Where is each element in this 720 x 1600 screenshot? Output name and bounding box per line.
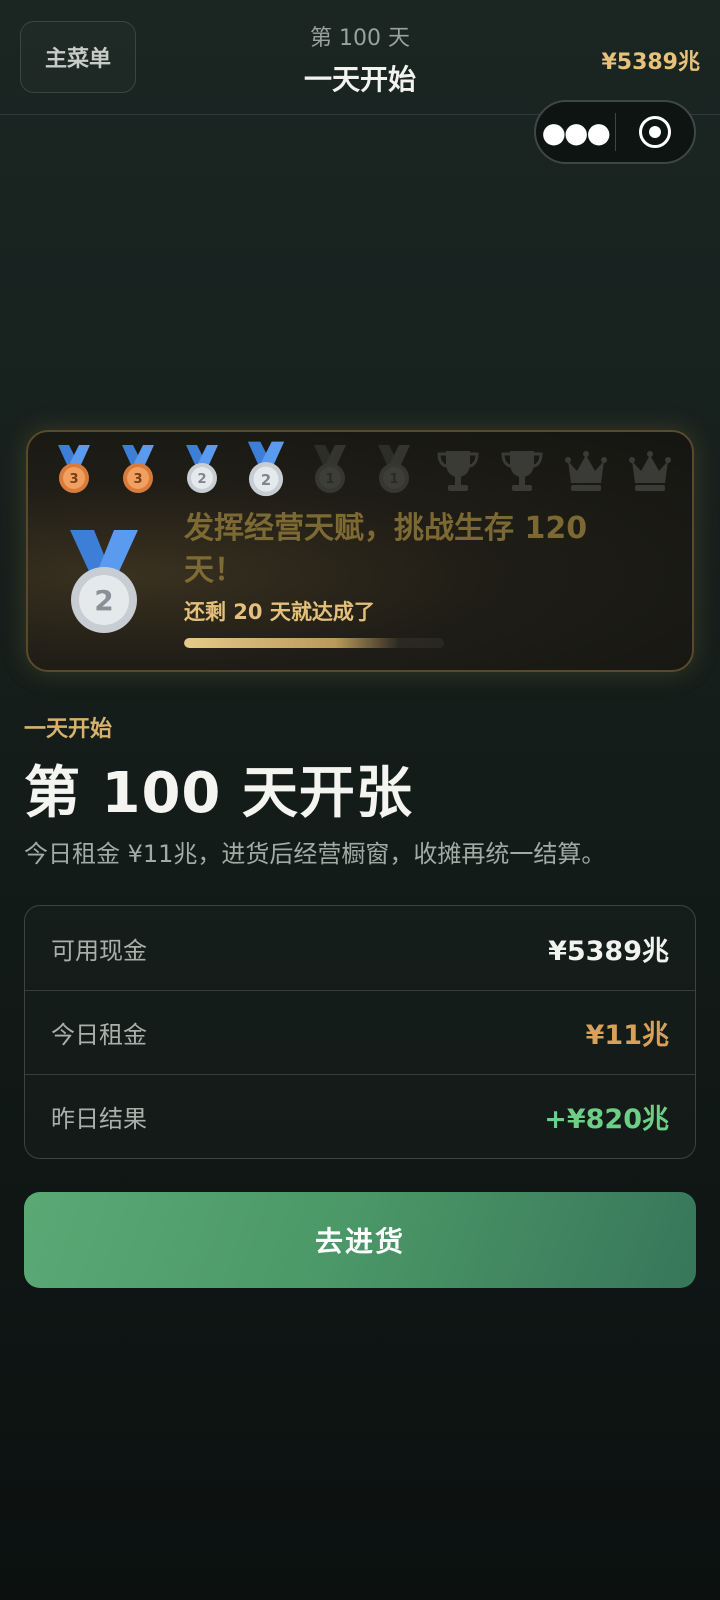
progress-fill: [184, 638, 400, 648]
crown-icon: [558, 442, 614, 498]
trophy-icon: [430, 442, 486, 498]
achievement-subtitle: 还剩 20 天就达成了: [184, 600, 375, 624]
trophy-icon: [494, 442, 550, 498]
top-bar: 主菜单 第 100 天 一天开始 ¥5389兆: [0, 0, 720, 115]
svg-text:2: 2: [261, 472, 271, 489]
svg-text:3: 3: [69, 472, 78, 487]
stats-card: 可用现金 ¥5389兆 今日租金 ¥11兆 昨日结果 +¥820兆: [24, 905, 696, 1159]
stat-row-cash: 可用现金 ¥5389兆: [25, 906, 695, 990]
silver-medal-icon: 2: [64, 530, 144, 640]
stat-row-result: 昨日结果 +¥820兆: [25, 1074, 695, 1158]
gold-medal-icon: 1: [366, 442, 422, 498]
svg-text:2: 2: [94, 584, 113, 617]
stat-label: 昨日结果: [51, 1105, 147, 1133]
achievement-progress-bar: [184, 638, 444, 648]
cash-balance: ¥5389兆: [601, 50, 700, 75]
stat-value: +¥820兆: [544, 1104, 669, 1135]
restock-button[interactable]: 去进货: [24, 1192, 696, 1288]
target-close-icon[interactable]: [616, 116, 695, 148]
stat-value: ¥11兆: [585, 1020, 669, 1051]
bronze-medal-icon: 3: [110, 442, 166, 498]
svg-text:1: 1: [325, 472, 334, 487]
more-dots-icon[interactable]: ●●●: [536, 116, 615, 149]
stat-value: ¥5389兆: [548, 935, 669, 967]
svg-text:1: 1: [389, 472, 398, 487]
stat-label: 可用现金: [51, 936, 147, 965]
silver-medal-icon: 2: [238, 441, 294, 498]
description: 今日租金 ¥11兆，进货后经营橱窗，收摊再统一结算。: [24, 840, 606, 868]
bronze-medal-icon: 3: [46, 442, 102, 498]
crown-icon: [622, 442, 678, 498]
stat-row-rent: 今日租金 ¥11兆: [25, 990, 695, 1074]
headline: 第 100 天开张: [24, 761, 413, 826]
section-label: 一天开始: [24, 717, 113, 742]
achievement-title: 发挥经营天赋，挑战生存 120 天！: [184, 511, 588, 588]
svg-text:3: 3: [133, 472, 142, 487]
gold-medal-icon: 1: [302, 442, 358, 498]
svg-text:2: 2: [197, 472, 206, 487]
silver-medal-icon: 2: [174, 442, 230, 498]
medal-row: 3 3 2 2 1 1: [46, 441, 678, 498]
mini-program-capsule: ●●●: [534, 100, 696, 164]
stat-label: 今日租金: [51, 1021, 147, 1049]
achievement-card: 3 3 2 2 1 1 2 发挥经营天赋，挑战生存 120 天！ 还剩 20 天就达成了: [26, 430, 694, 672]
